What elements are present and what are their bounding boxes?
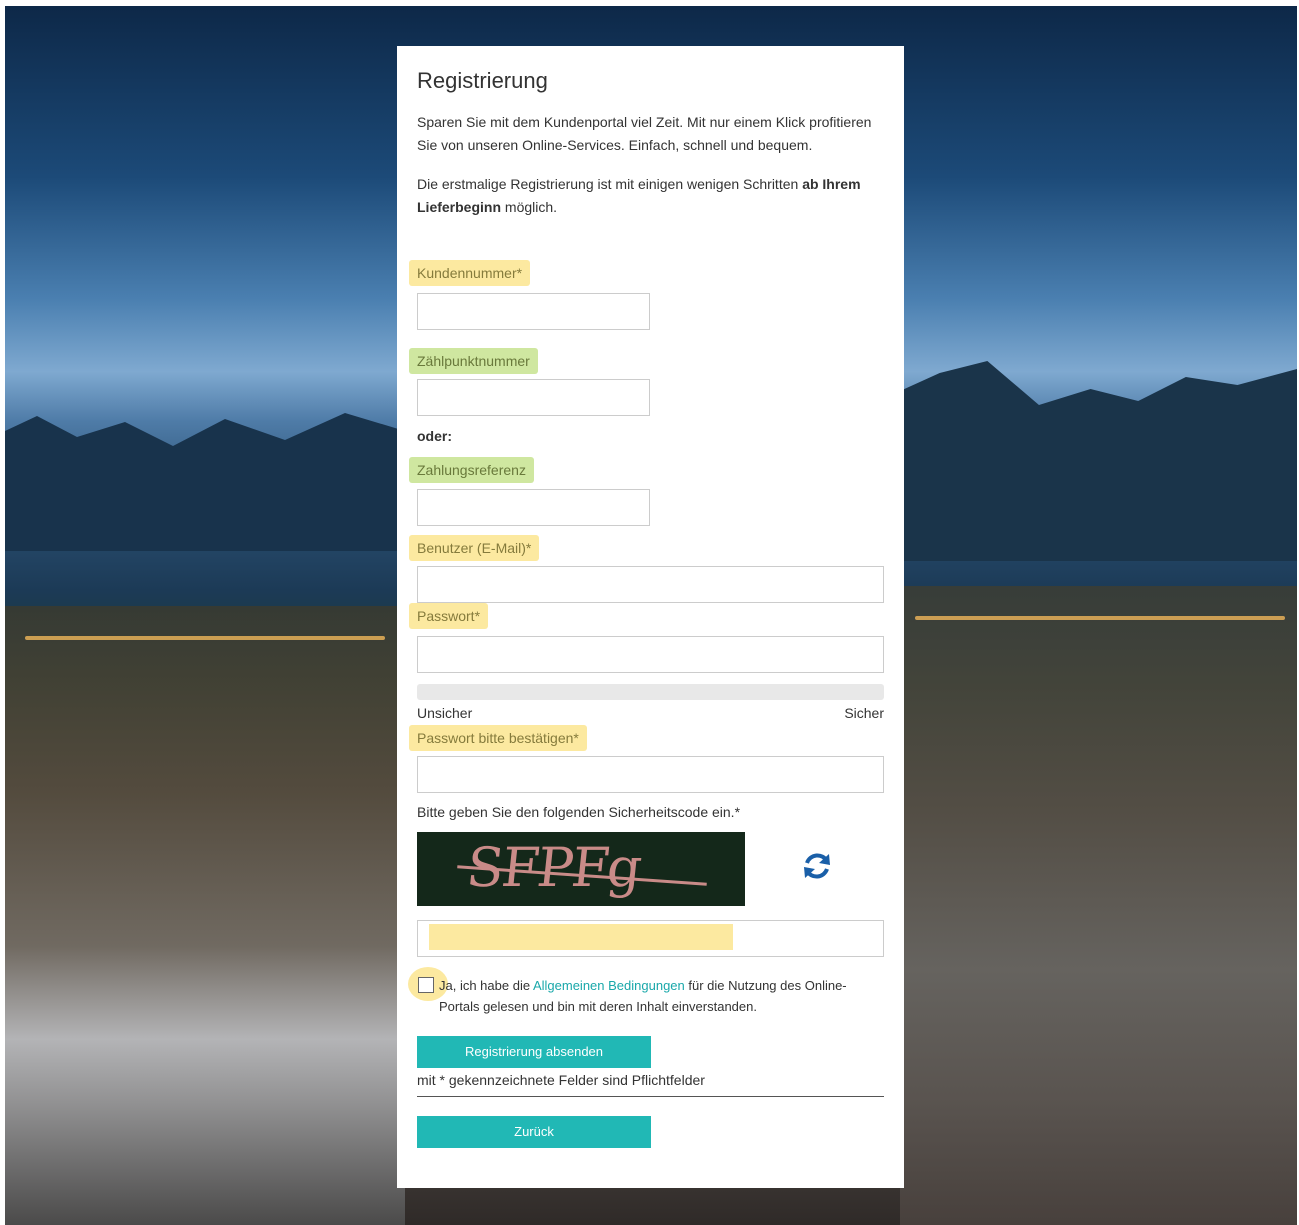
customer-number-input[interactable] bbox=[417, 293, 650, 330]
payment-reference-label: Zahlungsreferenz bbox=[409, 457, 534, 483]
meter-point-number-input[interactable] bbox=[417, 379, 650, 416]
city-lights bbox=[25, 636, 385, 640]
terms-text: Ja, ich habe die Allgemeinen Bedingungen… bbox=[439, 975, 879, 1017]
strength-strong-label: Sicher bbox=[844, 705, 884, 721]
info-prefix: Die erstmalige Registrierung ist mit ein… bbox=[417, 176, 803, 192]
divider bbox=[417, 1096, 884, 1097]
info-suffix: möglich. bbox=[501, 199, 558, 215]
city-lights bbox=[915, 616, 1285, 620]
submit-button[interactable]: Registrierung absenden bbox=[417, 1036, 651, 1068]
required-note: mit * gekennzeichnete Felder sind Pflich… bbox=[417, 1072, 705, 1088]
mountains-right bbox=[900, 361, 1297, 561]
refresh-icon[interactable] bbox=[799, 848, 835, 884]
password-strength-labels: Unsicher Sicher bbox=[417, 705, 884, 721]
mountains-left bbox=[5, 413, 405, 551]
town-right bbox=[900, 586, 1297, 1225]
password-input[interactable] bbox=[417, 636, 884, 673]
refresh-icon-svg bbox=[804, 853, 830, 879]
captcha-input-wrapper bbox=[417, 920, 884, 957]
or-text: oder: bbox=[417, 428, 452, 444]
payment-reference-input[interactable] bbox=[417, 489, 650, 526]
captcha-prompt: Bitte geben Sie den folgenden Sicherheit… bbox=[417, 804, 741, 820]
town-left bbox=[5, 606, 405, 1225]
password-label: Passwort* bbox=[409, 603, 489, 629]
password-confirm-input[interactable] bbox=[417, 756, 884, 793]
meter-point-number-label: Zählpunktnummer bbox=[409, 348, 538, 374]
user-email-label: Benutzer (E-Mail)* bbox=[409, 535, 540, 561]
info-text: Die erstmalige Registrierung ist mit ein… bbox=[417, 173, 884, 219]
user-email-input[interactable] bbox=[417, 566, 884, 603]
checkbox-icon[interactable] bbox=[418, 977, 434, 993]
password-strength-bar bbox=[417, 684, 884, 700]
password-confirm-label: Passwort bitte bestätigen* bbox=[409, 725, 587, 751]
customer-number-label: Kundennummer* bbox=[409, 260, 531, 286]
strength-weak-label: Unsicher bbox=[417, 705, 473, 721]
captcha-input-highlight bbox=[429, 924, 733, 950]
captcha-image: SFPFg bbox=[417, 832, 745, 906]
terms-prefix: Ja, ich habe die bbox=[439, 978, 533, 993]
terms-link[interactable]: Allgemeinen Bedingungen bbox=[533, 978, 685, 993]
intro-text: Sparen Sie mit dem Kundenportal viel Zei… bbox=[417, 114, 872, 153]
page-title: Registrierung bbox=[417, 68, 548, 93]
back-button[interactable]: Zurück bbox=[417, 1116, 651, 1148]
